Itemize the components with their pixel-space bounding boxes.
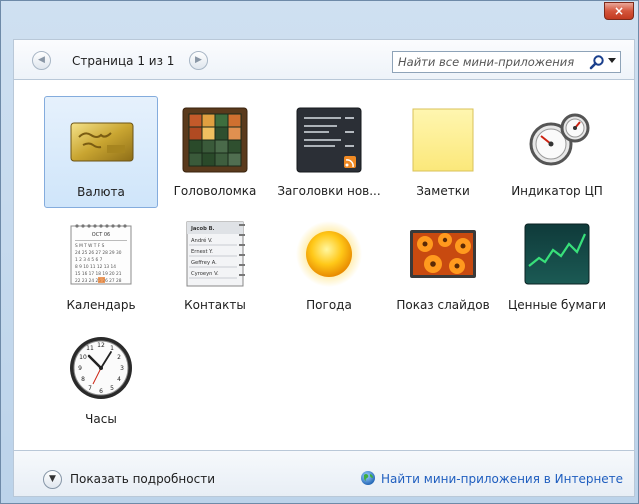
currency-icon <box>70 122 134 162</box>
previous-page-button[interactable]: ◀ <box>32 51 51 70</box>
svg-text:24 25 26 27 28 29 30: 24 25 26 27 28 29 30 <box>75 250 122 256</box>
gadget-notes[interactable]: Заметки <box>386 96 500 208</box>
contact-name: Cyroeyn V. <box>191 271 219 277</box>
svg-text:8 9 10 11 12 13 14: 8 9 10 11 12 13 14 <box>75 264 116 270</box>
news-feed-icon <box>296 107 362 173</box>
search-dropdown-arrow[interactable] <box>608 58 616 63</box>
contact-name: Geffrey A. <box>191 260 217 266</box>
page-indicator: Страница 1 из 1 <box>72 54 175 68</box>
svg-text:8: 8 <box>81 376 85 383</box>
show-details-button[interactable]: ▼ <box>43 470 62 489</box>
svg-text:9: 9 <box>78 365 82 372</box>
gadget-label: Валюта <box>77 185 125 199</box>
gadget-label: Ценные бумаги <box>507 298 607 312</box>
contact-name: Ernest Y. <box>191 249 213 255</box>
contact-name: Jacob B. <box>190 226 215 232</box>
gadget-label: Календарь <box>66 298 136 312</box>
toolbar: ◀ Страница 1 из 1 ▶ <box>13 39 635 79</box>
gadget-gallery-window: × ◀ Страница 1 из 1 ▶ Валюта <box>0 0 639 504</box>
calendar-icon: OCT 06 S M T W T F S 24 25 26 27 28 29 3… <box>70 224 132 285</box>
gadget-label: Часы <box>85 412 117 426</box>
gadget-stocks[interactable]: Ценные бумаги <box>500 210 614 322</box>
gadget-clock[interactable]: 12 3 6 9 12 45 7 8 10 11 Часы <box>44 324 158 436</box>
svg-text:1 2 3 4 5 6 7: 1 2 3 4 5 6 7 <box>75 257 103 263</box>
svg-text:5: 5 <box>110 385 114 392</box>
svg-text:2: 2 <box>117 354 121 361</box>
close-button[interactable]: × <box>604 2 634 20</box>
cpu-meter-icon <box>529 113 590 166</box>
puzzle-icon <box>182 107 248 173</box>
gadget-slideshow[interactable]: Показ слайдов <box>386 210 500 322</box>
contacts-icon: Jacob B. André V. Ernest Y. Geffrey A. C… <box>186 221 245 287</box>
search-icon[interactable] <box>589 54 605 70</box>
svg-text:3: 3 <box>120 365 124 372</box>
svg-text:10: 10 <box>79 354 87 361</box>
stocks-icon <box>524 223 590 285</box>
globe-icon[interactable] <box>360 470 376 486</box>
svg-text:7: 7 <box>88 385 92 392</box>
footer-bar: ▼ Показать подробности Найти мини-прилож… <box>13 451 635 497</box>
gadget-label: Контакты <box>184 298 246 312</box>
svg-text:4: 4 <box>117 376 121 383</box>
sun-icon <box>296 221 362 287</box>
show-details-label[interactable]: Показать подробности <box>70 472 215 486</box>
svg-text:1: 1 <box>110 345 114 352</box>
gadget-label: Индикатор ЦП <box>511 184 603 198</box>
gadget-currency[interactable]: Валюта <box>44 96 158 208</box>
calendar-month-text: OCT 06 <box>92 232 110 238</box>
get-gadgets-online-link[interactable]: Найти мини-приложения в Интернете <box>381 472 623 486</box>
search-box[interactable] <box>392 51 621 73</box>
svg-text:S M T W T F S: S M T W T F S <box>75 243 105 249</box>
sticky-note-icon <box>412 108 474 172</box>
gadget-puzzle[interactable]: Головоломка <box>158 96 272 208</box>
gadget-headlines[interactable]: Заголовки нов... <box>272 96 386 208</box>
svg-text:12: 12 <box>97 342 105 349</box>
next-page-button[interactable]: ▶ <box>189 51 208 70</box>
svg-text:11: 11 <box>86 345 94 352</box>
svg-text:6: 6 <box>99 388 103 395</box>
gadget-contacts[interactable]: Jacob B. André V. Ernest Y. Geffrey A. C… <box>158 210 272 322</box>
gadget-calendar[interactable]: OCT 06 S M T W T F S 24 25 26 27 28 29 3… <box>44 210 158 322</box>
gadget-label: Заметки <box>416 184 470 198</box>
gadget-weather[interactable]: Погода <box>272 210 386 322</box>
gadget-label: Головоломка <box>173 184 257 198</box>
contact-name: André V. <box>191 237 213 244</box>
gadget-label: Погода <box>306 298 352 312</box>
svg-text:15 16 17 18 19 20 21: 15 16 17 18 19 20 21 <box>75 271 122 277</box>
search-input[interactable] <box>393 52 583 72</box>
gadget-label: Показ слайдов <box>396 298 490 312</box>
slideshow-icon <box>410 230 476 278</box>
clock-icon: 12 3 6 9 12 45 78 10 11 <box>70 337 132 399</box>
title-bar[interactable]: × <box>1 1 639 31</box>
gadget-cpu-meter[interactable]: Индикатор ЦП <box>500 96 614 208</box>
gadget-label: Заголовки нов... <box>277 184 381 198</box>
gadget-grid: Валюта Головоломка Заголовки нов... Заме… <box>13 79 635 451</box>
